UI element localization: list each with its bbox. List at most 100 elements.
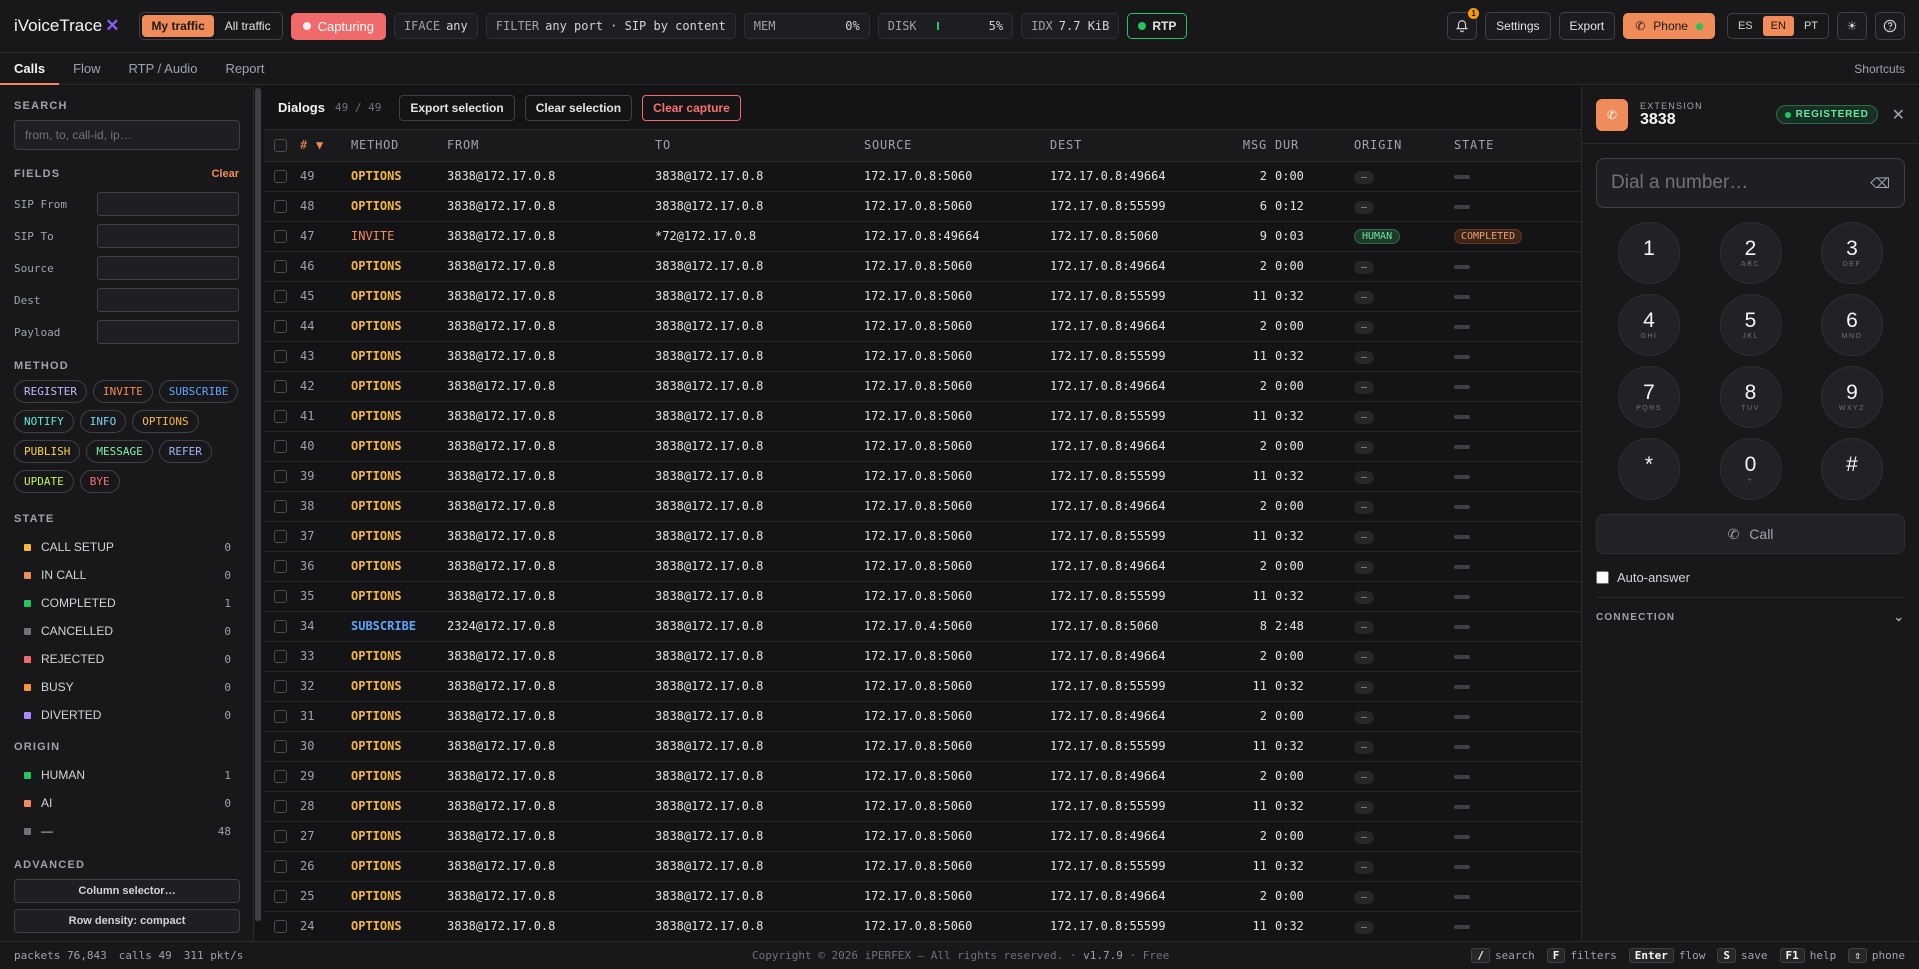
keypad-key-1[interactable]: 1 xyxy=(1618,222,1680,284)
rtp-toggle[interactable]: RTP xyxy=(1127,13,1188,39)
table-row[interactable]: 42 OPTIONS 3838@172.17.0.8 3838@172.17.0.8 1… xyxy=(264,371,1581,402)
table-row[interactable]: 34 SUBSCRIBE 2324@172.17.0.8 3838@172.17.0.… xyxy=(264,611,1581,642)
keypad-key-2[interactable]: 2 ABC xyxy=(1719,222,1782,284)
col-header-from[interactable]: FROM xyxy=(447,130,655,162)
tab-flow[interactable]: Flow xyxy=(59,53,114,84)
clear-selection-button[interactable]: Clear selection xyxy=(524,94,633,121)
col-header-dur[interactable]: DUR xyxy=(1275,130,1354,162)
method-chip-update[interactable]: UPDATE xyxy=(14,470,74,493)
row-checkbox[interactable] xyxy=(274,620,287,633)
table-row[interactable]: 44 OPTIONS 3838@172.17.0.8 3838@172.17.0.8 1… xyxy=(264,311,1581,342)
keypad-key-hash[interactable]: # xyxy=(1821,438,1883,500)
iface-selector[interactable]: IFACE any xyxy=(393,13,478,39)
method-chip-subscribe[interactable]: SUBSCRIBE xyxy=(158,380,239,403)
table-row[interactable]: 47 INVITE 3838@172.17.0.8 *72@172.17.0.8 172… xyxy=(264,221,1581,252)
row-checkbox[interactable] xyxy=(274,710,287,723)
row-checkbox[interactable] xyxy=(274,860,287,873)
search-input[interactable]: from, to, call-id, ip… xyxy=(14,120,240,150)
table-row[interactable]: 41 OPTIONS 3838@172.17.0.8 3838@172.17.0.8 1… xyxy=(264,401,1581,432)
table-row[interactable]: 35 OPTIONS 3838@172.17.0.8 3838@172.17.0.8 1… xyxy=(264,581,1581,612)
row-checkbox[interactable] xyxy=(274,530,287,543)
sidebar-scrollbar[interactable] xyxy=(254,86,262,923)
col-header-origin[interactable]: ORIGIN xyxy=(1354,130,1454,162)
row-checkbox[interactable] xyxy=(274,410,287,423)
row-checkbox[interactable] xyxy=(274,650,287,663)
method-chip-notify[interactable]: NOTIFY xyxy=(14,410,74,433)
row-checkbox[interactable] xyxy=(274,320,287,333)
table-row[interactable]: 39 OPTIONS 3838@172.17.0.8 3838@172.17.0.8 1… xyxy=(264,461,1581,492)
method-chip-options[interactable]: OPTIONS xyxy=(132,410,199,433)
keypad-key-star[interactable]: * xyxy=(1618,438,1680,500)
row-checkbox[interactable] xyxy=(274,260,287,273)
table-row[interactable]: 25 OPTIONS 3838@172.17.0.8 3838@172.17.0.8 1… xyxy=(264,881,1581,912)
table-row[interactable]: 48 OPTIONS 3838@172.17.0.8 3838@172.17.0.8 1… xyxy=(264,191,1581,222)
settings-button[interactable]: Settings xyxy=(1485,12,1551,40)
keypad-key-4[interactable]: 4 GHI xyxy=(1618,294,1680,356)
col-header-source[interactable]: SOURCE xyxy=(864,130,1050,162)
row-checkbox[interactable] xyxy=(274,470,287,483)
method-chip-message[interactable]: MESSAGE xyxy=(86,440,153,463)
row-checkbox[interactable] xyxy=(274,350,287,363)
method-chip-register[interactable]: REGISTER xyxy=(14,380,87,403)
dest-input[interactable] xyxy=(97,288,239,312)
help-button[interactable] xyxy=(1875,12,1905,40)
row-checkbox[interactable] xyxy=(274,830,287,843)
capturing-button[interactable]: Capturing xyxy=(290,12,386,40)
table-row[interactable]: 49 OPTIONS 3838@172.17.0.8 3838@172.17.0.8 1… xyxy=(264,161,1581,192)
notifications-button[interactable]: 1 xyxy=(1447,8,1480,40)
row-checkbox[interactable] xyxy=(274,230,287,243)
origin-filter-item[interactable]: HUMAN 1 xyxy=(14,761,239,789)
row-checkbox[interactable] xyxy=(274,200,287,213)
method-chip-publish[interactable]: PUBLISH xyxy=(14,440,81,463)
method-chip-bye[interactable]: BYE xyxy=(79,470,120,493)
lang-en-button[interactable]: EN xyxy=(1762,16,1794,36)
dial-number-input[interactable]: Dial a number… ⌫ xyxy=(1596,158,1905,208)
sip-from-input[interactable] xyxy=(97,192,239,216)
row-checkbox[interactable] xyxy=(274,560,287,573)
table-row[interactable]: 30 OPTIONS 3838@172.17.0.8 3838@172.17.0.8 1… xyxy=(264,731,1581,762)
keypad-key-6[interactable]: 6 MNO xyxy=(1821,294,1883,356)
column-selector-button[interactable]: Column selector… xyxy=(14,879,240,903)
state-filter-item[interactable]: IN CALL 0 xyxy=(14,561,239,589)
row-checkbox[interactable] xyxy=(274,770,287,783)
state-filter-item[interactable]: CANCELLED 0 xyxy=(14,617,239,645)
tab-calls[interactable]: Calls xyxy=(0,53,60,85)
row-checkbox[interactable] xyxy=(274,740,287,753)
keypad-key-3[interactable]: 3 DEF xyxy=(1821,222,1883,284)
clear-fields-button[interactable]: Clear xyxy=(211,168,239,180)
col-header-id[interactable]: # ▼ xyxy=(300,130,351,162)
row-checkbox[interactable] xyxy=(274,680,287,693)
table-row[interactable]: 26 OPTIONS 3838@172.17.0.8 3838@172.17.0.8 1… xyxy=(264,851,1581,882)
tab-report[interactable]: Report xyxy=(211,53,278,84)
lang-es-button[interactable]: ES xyxy=(1730,16,1761,36)
row-density-button[interactable]: Row density: compact xyxy=(14,909,240,933)
col-header-dest[interactable]: DEST xyxy=(1050,130,1217,162)
row-checkbox[interactable] xyxy=(274,890,287,903)
table-row[interactable]: 28 OPTIONS 3838@172.17.0.8 3838@172.17.0.8 1… xyxy=(264,791,1581,822)
table-row[interactable]: 37 OPTIONS 3838@172.17.0.8 3838@172.17.0.8 1… xyxy=(264,521,1581,552)
origin-filter-item[interactable]: AI 0 xyxy=(14,789,239,817)
state-filter-item[interactable]: REJECTED 0 xyxy=(14,645,239,673)
table-row[interactable]: 31 OPTIONS 3838@172.17.0.8 3838@172.17.0.8 1… xyxy=(264,701,1581,732)
keypad-key-0[interactable]: 0 + xyxy=(1719,438,1782,500)
row-checkbox[interactable] xyxy=(274,800,287,813)
table-row[interactable]: 36 OPTIONS 3838@172.17.0.8 3838@172.17.0.8 1… xyxy=(264,551,1581,582)
phone-button[interactable]: ✆ Phone xyxy=(1623,13,1715,39)
table-row[interactable]: 27 OPTIONS 3838@172.17.0.8 3838@172.17.0.8 1… xyxy=(264,821,1581,852)
keypad-key-9[interactable]: 9 WXYZ xyxy=(1821,366,1883,428)
table-row[interactable]: 38 OPTIONS 3838@172.17.0.8 3838@172.17.0.8 1… xyxy=(264,491,1581,522)
method-chip-invite[interactable]: INVITE xyxy=(92,380,153,403)
state-filter-item[interactable]: BUSY 0 xyxy=(14,673,239,701)
export-selection-button[interactable]: Export selection xyxy=(399,94,515,121)
col-header-to[interactable]: TO xyxy=(655,130,864,162)
table-row[interactable]: 33 OPTIONS 3838@172.17.0.8 3838@172.17.0.8 1… xyxy=(264,641,1581,672)
col-header-method[interactable]: METHOD xyxy=(351,130,447,162)
table-row[interactable]: 46 OPTIONS 3838@172.17.0.8 3838@172.17.0.8 1… xyxy=(264,251,1581,282)
brand-logo[interactable]: iVoiceTrace ✕ xyxy=(14,16,119,36)
source-input[interactable] xyxy=(97,256,239,280)
table-row[interactable]: 32 OPTIONS 3838@172.17.0.8 3838@172.17.0.8 1… xyxy=(264,671,1581,702)
state-filter-item[interactable]: COMPLETED 1 xyxy=(14,589,239,617)
method-chip-refer[interactable]: REFER xyxy=(158,440,212,463)
keypad-key-8[interactable]: 8 TUV xyxy=(1719,366,1782,428)
theme-toggle-button[interactable]: ☀ xyxy=(1837,12,1867,40)
